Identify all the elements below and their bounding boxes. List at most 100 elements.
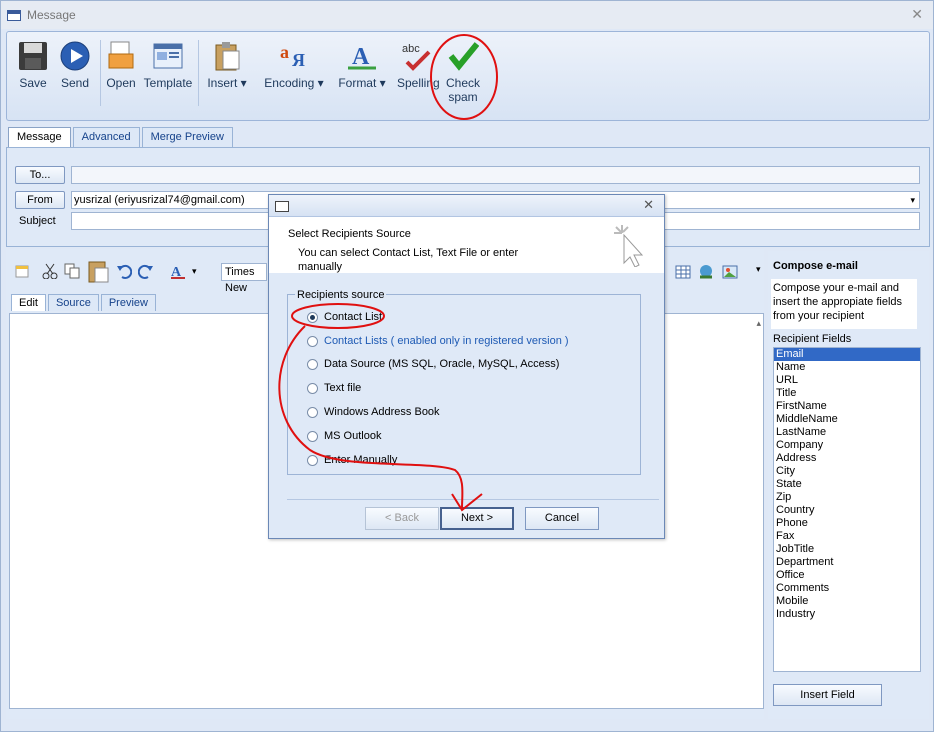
list-item[interactable]: URL — [774, 374, 920, 387]
chevron-up-icon[interactable]: ▴ — [756, 318, 761, 329]
insert-label: Insert ▾ — [207, 76, 247, 90]
radio-enter-manually[interactable]: Enter Manually — [307, 454, 397, 466]
radio-dot — [307, 454, 318, 466]
list-item[interactable]: Title — [774, 387, 920, 400]
radio-label: Text file — [324, 382, 362, 394]
back-button[interactable]: < Back — [365, 507, 439, 530]
template-button[interactable]: Template — [143, 40, 193, 90]
radio-text-file[interactable]: Text file — [307, 382, 361, 394]
redo-icon[interactable] — [137, 263, 154, 279]
editor-tabs: Edit Source Preview — [11, 294, 158, 311]
title-bar: Message ✕ — [1, 1, 933, 29]
check-spam-button[interactable]: Check spam — [443, 40, 483, 104]
chevron-down-icon[interactable]: ▾ — [910, 192, 915, 208]
radio-contact-lists[interactable]: Contact Lists ( enabled only in register… — [307, 335, 569, 347]
table-icon[interactable] — [675, 264, 691, 280]
radio-contact-list[interactable]: Contact List — [307, 311, 382, 323]
to-field[interactable] — [71, 166, 920, 184]
list-item[interactable]: Name — [774, 361, 920, 374]
list-item[interactable]: MiddleName — [774, 413, 920, 426]
list-item[interactable]: FirstName — [774, 400, 920, 413]
compose-side-panel: Compose e-mail Compose your e-mail and i… — [768, 251, 929, 719]
recipient-fields-list[interactable]: Email Name URL Title FirstName MiddleNam… — [773, 347, 921, 672]
radio-label: Data Source (MS SQL, Oracle, MySQL, Acce… — [324, 358, 560, 370]
floppy-disk-icon — [17, 40, 49, 72]
template-label: Template — [143, 76, 193, 90]
list-item[interactable]: Email — [774, 348, 920, 361]
tab-message[interactable]: Message — [8, 127, 71, 147]
tab-edit[interactable]: Edit — [11, 294, 46, 311]
open-button[interactable]: Open — [105, 40, 137, 90]
next-button[interactable]: Next > — [440, 507, 514, 530]
svg-text:a: a — [280, 42, 289, 62]
list-item[interactable]: Fax — [774, 530, 920, 543]
new-document-icon[interactable] — [14, 263, 30, 279]
close-icon[interactable]: ✕ — [911, 6, 923, 23]
insert-button[interactable]: Insert ▾ — [203, 40, 251, 90]
list-item[interactable]: Company — [774, 439, 920, 452]
list-item[interactable]: Department — [774, 556, 920, 569]
tab-merge-preview[interactable]: Merge Preview — [141, 127, 233, 147]
list-item[interactable]: Address — [774, 452, 920, 465]
copy-icon[interactable] — [64, 263, 80, 279]
tab-source[interactable]: Source — [47, 294, 99, 311]
select-recipients-dialog: ✕ Select Recipients Source You can selec… — [268, 194, 665, 539]
list-item[interactable]: JobTitle — [774, 543, 920, 556]
list-item[interactable]: State — [774, 478, 920, 491]
list-item[interactable]: LastName — [774, 426, 920, 439]
radio-dot — [307, 358, 318, 370]
side-title: Compose e-mail — [773, 260, 858, 272]
tab-preview[interactable]: Preview — [100, 294, 156, 311]
close-icon[interactable]: ✕ — [643, 197, 654, 213]
encoding-label: Encoding ▾ — [264, 76, 324, 90]
to-button[interactable]: To... — [15, 166, 65, 184]
radio-label: Windows Address Book — [324, 406, 440, 418]
cancel-button[interactable]: Cancel — [525, 507, 599, 530]
list-item[interactable]: Industry — [774, 608, 920, 621]
dialog-subheading: You can select Contact List, Text File o… — [298, 247, 519, 273]
cursor-sparkle-icon — [612, 223, 648, 270]
encoding-button[interactable]: aЯ Encoding ▾ — [263, 40, 325, 90]
image-icon[interactable] — [722, 264, 738, 280]
radio-data-source[interactable]: Data Source (MS SQL, Oracle, MySQL, Acce… — [307, 358, 559, 370]
link-icon[interactable] — [698, 264, 714, 280]
radio-ms-outlook[interactable]: MS Outlook — [307, 430, 381, 442]
paste-icon[interactable] — [86, 259, 110, 283]
send-button[interactable]: Send — [55, 40, 95, 90]
list-item[interactable]: Comments — [774, 582, 920, 595]
list-item[interactable]: Zip — [774, 491, 920, 504]
radio-dot — [307, 335, 318, 347]
window-title: Message — [27, 8, 76, 22]
format-button[interactable]: A Format ▾ — [337, 40, 387, 90]
list-item[interactable]: Country — [774, 504, 920, 517]
chevron-down-icon[interactable]: ▾ — [756, 264, 761, 275]
ribbon: Save Send Open Template Insert ▾ a Я Enc… — [6, 31, 930, 121]
list-item[interactable]: Phone — [774, 517, 920, 530]
template-icon — [152, 40, 184, 72]
window-icon — [7, 9, 21, 21]
send-label: Send — [60, 76, 90, 90]
radio-label: Enter Manually — [324, 454, 398, 466]
insert-field-button[interactable]: Insert Field — [773, 684, 882, 706]
chevron-down-icon[interactable]: ▾ — [192, 266, 197, 277]
font-name-select[interactable]: Times New — [221, 263, 267, 294]
list-item[interactable]: Mobile — [774, 595, 920, 608]
from-button[interactable]: From — [15, 191, 65, 209]
svg-text:A: A — [171, 265, 182, 279]
list-item[interactable]: Office — [774, 569, 920, 582]
undo-icon[interactable] — [116, 263, 133, 279]
format-text-icon: A — [346, 40, 378, 72]
cut-icon[interactable] — [42, 263, 58, 280]
open-label: Open — [106, 76, 136, 90]
format-label: Format ▾ — [338, 76, 386, 90]
font-style-icon[interactable]: A — [170, 263, 186, 280]
radio-windows-address-book[interactable]: Windows Address Book — [307, 406, 440, 418]
spelling-button[interactable]: abc Spelling — [397, 40, 440, 90]
recipient-fields-label: Recipient Fields — [773, 333, 852, 345]
tab-advanced[interactable]: Advanced — [72, 127, 140, 147]
save-button[interactable]: Save — [13, 40, 53, 90]
save-label: Save — [19, 76, 47, 90]
spelling-label: Spelling — [397, 76, 440, 90]
dialog-heading: Select Recipients Source — [288, 228, 411, 240]
list-item[interactable]: City — [774, 465, 920, 478]
